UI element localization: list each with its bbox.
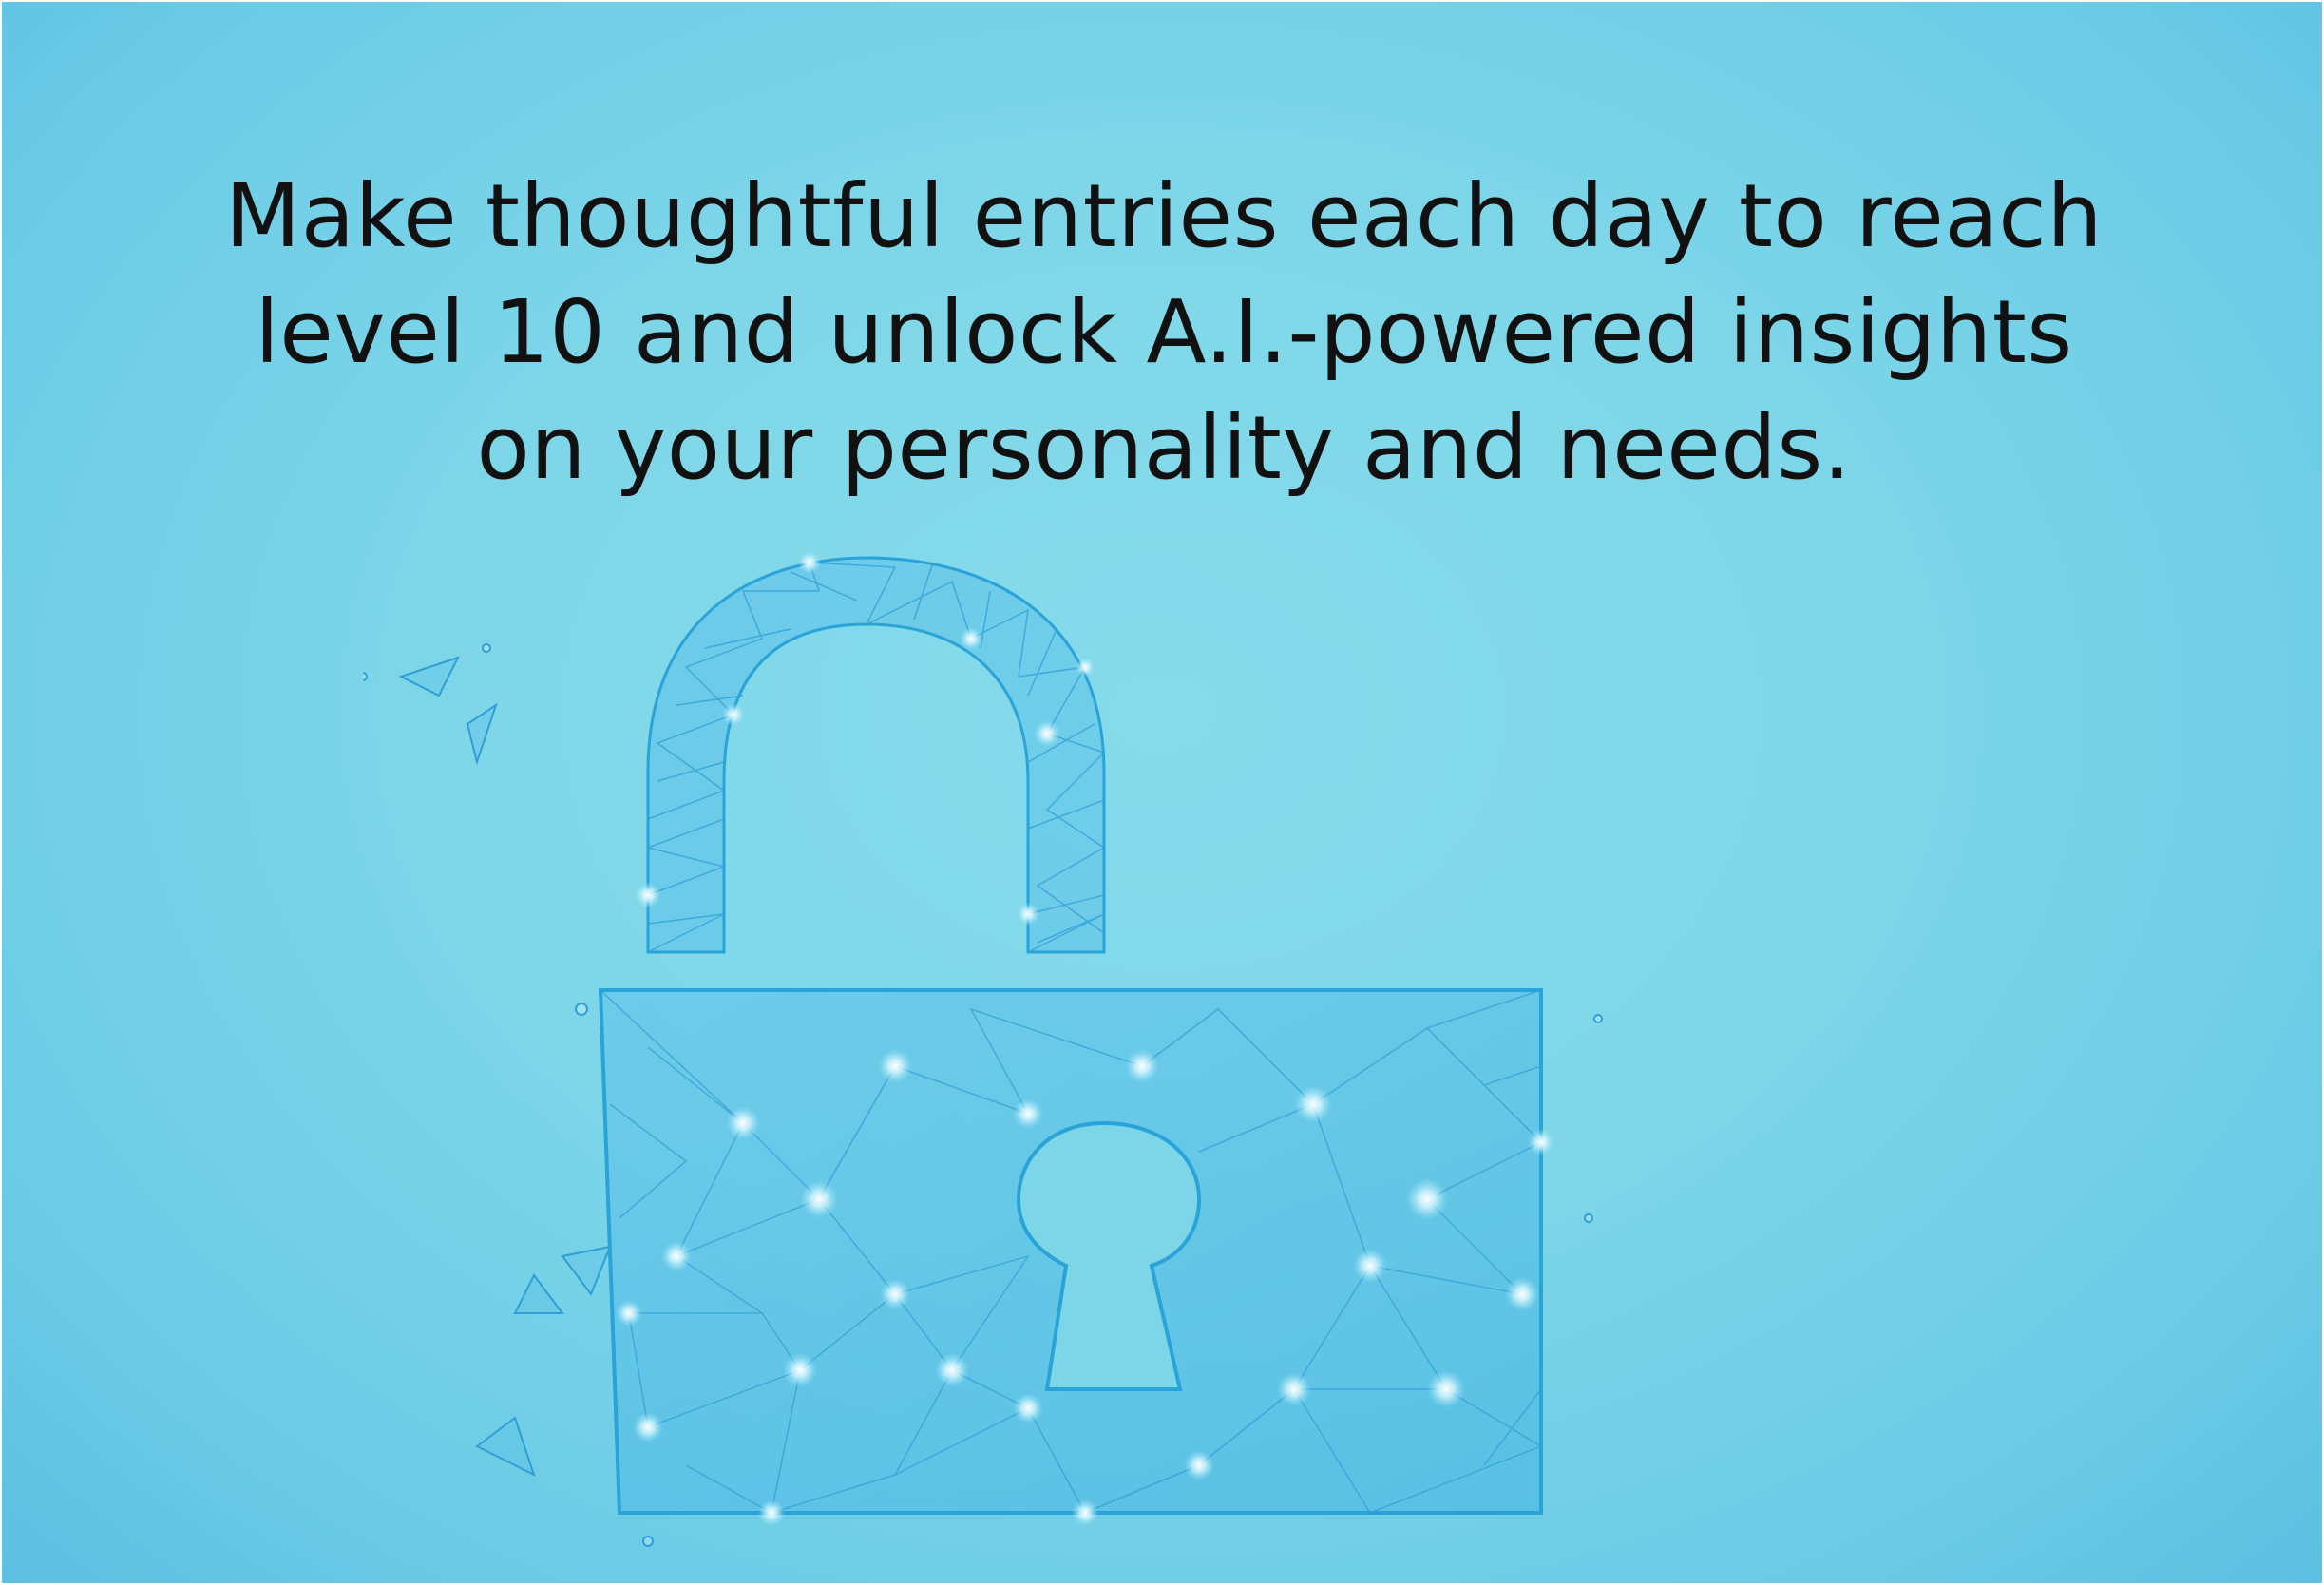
lock-body	[598, 988, 1543, 1515]
headline-line-3: on your personality and needs.	[476, 397, 1852, 499]
lock-shackle	[645, 556, 1106, 954]
unlocked-padlock-icon	[363, 551, 1603, 1547]
headline-line-2: level 10 and unlock A.I.-powered insight…	[255, 281, 2073, 383]
headline-line-1: Make thoughtful entries each day to reac…	[224, 165, 2104, 267]
headline: Make thoughtful entries each day to reac…	[116, 159, 2212, 506]
slide-frame: Make thoughtful entries each day to reac…	[0, 0, 2324, 1585]
